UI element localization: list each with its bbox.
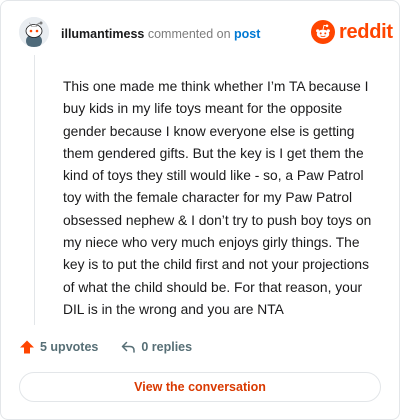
thread-line (34, 55, 35, 325)
view-conversation-button[interactable]: View the conversation (19, 372, 381, 402)
snoo-avatar-icon (19, 17, 49, 47)
upvote-count: 5 upvotes (40, 340, 99, 354)
post-link[interactable]: post (234, 27, 260, 41)
username-link[interactable]: illumantimess (61, 27, 144, 41)
user-avatar[interactable] (19, 17, 49, 47)
comment-body: This one made me think whether I’m TA be… (63, 79, 372, 317)
comment-embed-card: illumantimess commented on post reddit T… (0, 0, 400, 420)
comment-actions: 5 upvotes 0 replies (19, 339, 192, 355)
action-text: commented on (147, 27, 231, 41)
comment-header: illumantimess commented on post (61, 27, 260, 41)
reddit-alien-icon (311, 20, 335, 44)
upvote-arrow-icon (20, 340, 34, 354)
upvote-button[interactable]: 5 upvotes (19, 339, 98, 355)
reply-count: 0 replies (141, 340, 193, 354)
reply-button[interactable]: 0 replies (120, 339, 192, 355)
reddit-logo[interactable]: reddit (311, 20, 393, 44)
reply-arrow-icon (122, 341, 136, 353)
reddit-wordmark: reddit (339, 21, 393, 43)
